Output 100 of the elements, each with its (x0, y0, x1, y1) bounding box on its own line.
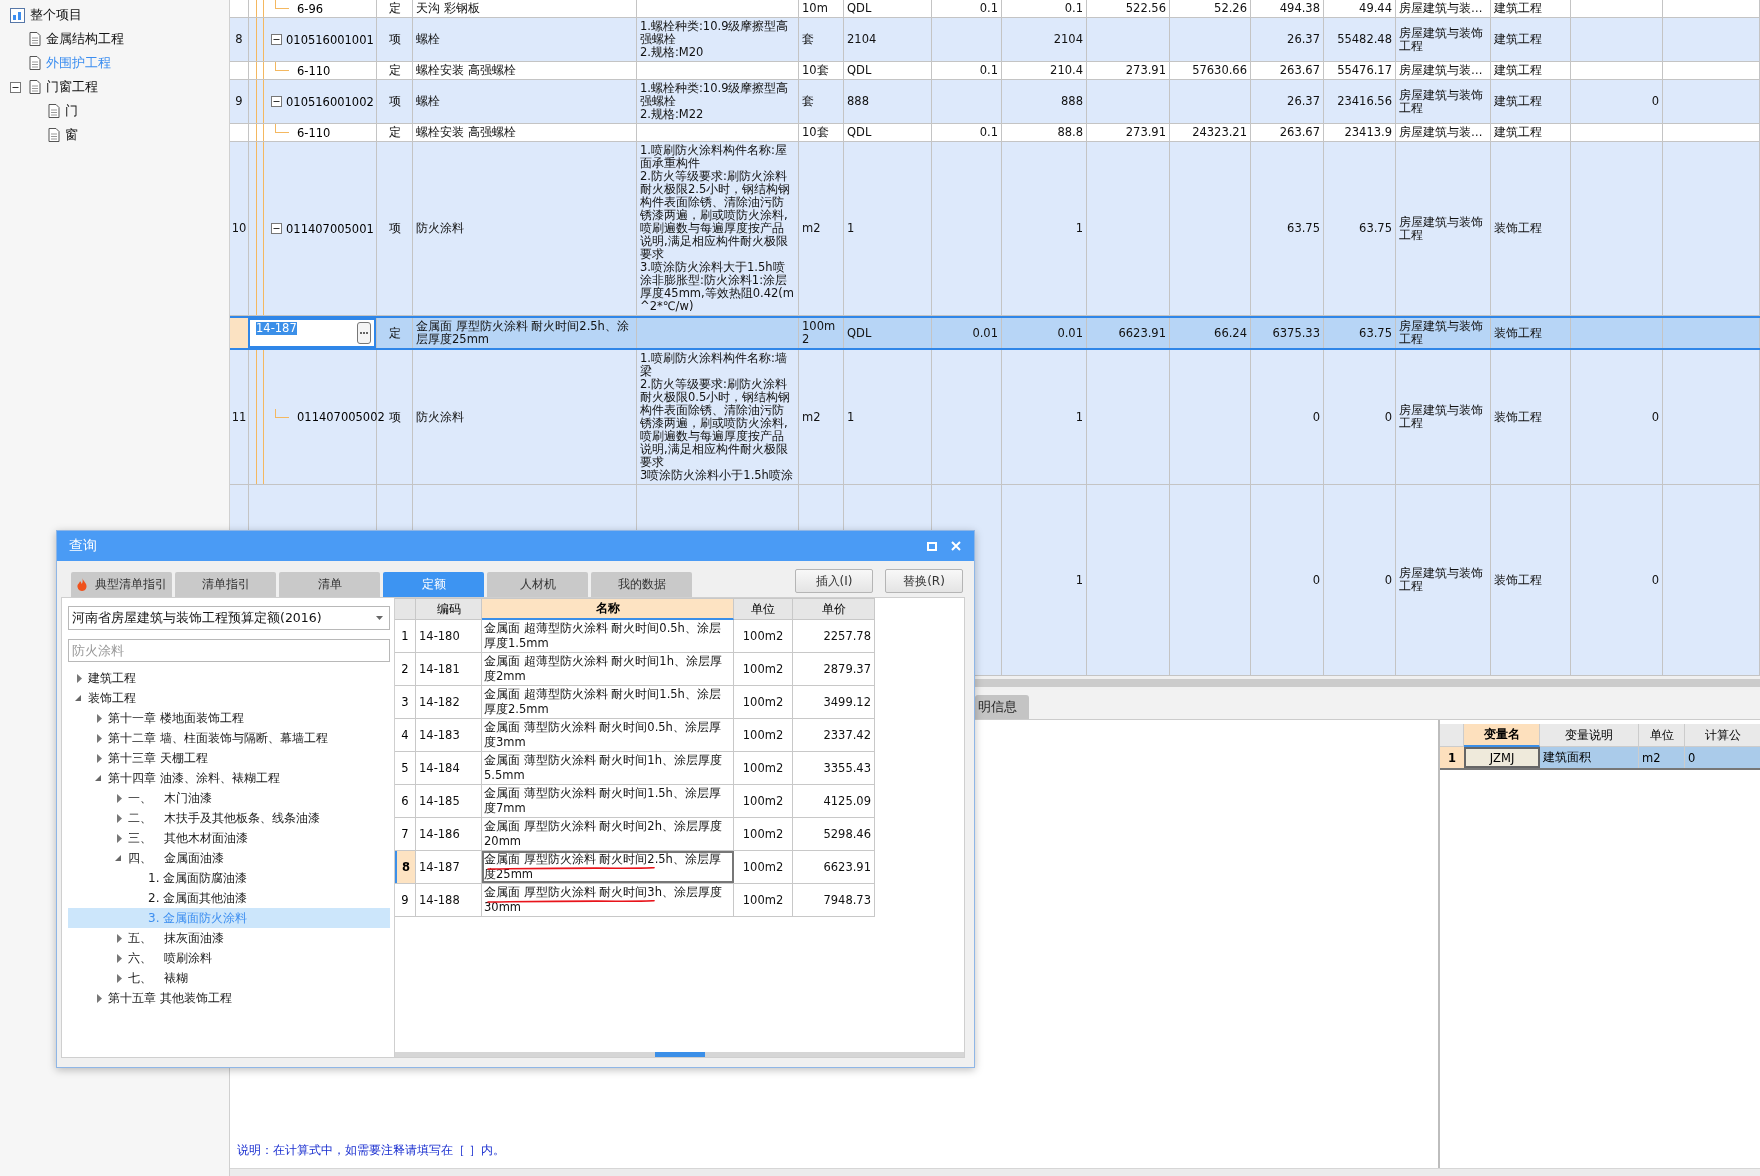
caret-right-icon[interactable] (116, 793, 122, 803)
table-cell: 项 (377, 142, 413, 315)
tree-item[interactable]: 第十二章 墙、柱面装饰与隔断、幕墙工程 (68, 728, 390, 748)
collapse-icon[interactable] (271, 34, 282, 45)
maximize-icon (927, 541, 937, 551)
table-row[interactable]: 6-96 定 天沟 彩钢板 10m QDL 0.1 0.1 522.56 52.26 494.38 49.44 房屋建筑与装… 建筑工程 (230, 0, 1760, 18)
tree-item[interactable]: 五、 抹灰面油漆 (68, 928, 390, 948)
column-header[interactable]: 变量名 (1464, 724, 1540, 747)
caret-down-icon[interactable] (94, 774, 102, 782)
tree-item[interactable]: 整个项目 (30, 6, 82, 24)
tab[interactable]: 人材机 (487, 572, 588, 597)
row-header[interactable]: 8 (395, 851, 416, 883)
table-cell: 1.喷刷防火涂料构件名称:墙梁 2.防火等级要求:刷防火涂料耐火极限0.5小时，钢结构钢构件表面除锈、清除油污防锈漆两遍，刷或喷防火涂料,喷刷遍数与每遍厚度按产品说明,满足相应构件耐火极限要求 3喷涂防火涂料小于1.5h喷涂 (637, 350, 799, 484)
tree-item[interactable]: 六、 喷刷涂料 (68, 948, 390, 968)
browse-button[interactable] (357, 322, 371, 344)
tree-item[interactable]: 装饰工程 (68, 688, 390, 708)
table-cell: 63.75 (1324, 142, 1396, 315)
table-cell: 7948.73 (793, 884, 875, 916)
caret-right-icon[interactable] (116, 933, 122, 943)
action-button[interactable]: 插入(I) (795, 569, 873, 593)
close-icon (951, 541, 961, 551)
caret-right-icon[interactable] (96, 753, 102, 763)
library-dropdown[interactable]: 河南省房屋建筑与装饰工程预算定额(2016) (68, 606, 390, 630)
collapse-icon[interactable] (271, 96, 282, 107)
column-header[interactable]: 变量说明 (1540, 724, 1639, 747)
table-cell: 273.91 (1087, 124, 1170, 141)
tab[interactable]: 清单指引 (175, 572, 276, 597)
table-cell: 0.1 (1002, 0, 1087, 17)
table-cell: 14-181 (416, 653, 482, 685)
table-cell: 210.4 (1002, 62, 1087, 79)
table-cell: 建筑工程 (1491, 62, 1571, 79)
table-cell-text: 金属面 超薄型防火涂料 耐火时间0.5h、涂层厚度1.5mm (484, 621, 722, 651)
tab[interactable]: 清单 (279, 572, 380, 597)
tree-item[interactable]: 一、 木门油漆 (68, 788, 390, 808)
table-cell: 定 (377, 0, 413, 17)
collapse-icon[interactable] (10, 81, 21, 93)
table-cell: 0 (1571, 350, 1663, 484)
caret-down-icon[interactable] (74, 694, 82, 702)
table-cell: 项 (377, 80, 413, 123)
table-cell: 0.01 (1002, 318, 1087, 348)
table-row[interactable]: 1 JZMJ 建筑面积 m2 0 (1440, 747, 1760, 770)
tree-item[interactable]: 窗 (65, 126, 78, 144)
table-cell: 23413.9 (1324, 124, 1396, 141)
table-cell: 0.1 (932, 124, 1002, 141)
caret-right-icon[interactable] (96, 733, 102, 743)
tree-item[interactable]: 七、 裱糊 (68, 968, 390, 988)
table-cell-text: 金属面 薄型防火涂料 耐火时间0.5h、涂层厚度3mm (484, 720, 722, 750)
column-header[interactable]: 编码 (416, 598, 482, 620)
caret-right-icon[interactable] (116, 973, 122, 983)
tree-item[interactable]: 门 (65, 102, 78, 120)
collapse-icon[interactable] (271, 223, 282, 234)
table-row[interactable]: 6-110 定 螺栓安装 高强螺栓 10套 QDL 0.1 88.8 273.91 24323.21 263.67 23413.9 房屋建筑与装… 建筑工程 (230, 124, 1760, 142)
table-cell: 010516001002 (286, 94, 374, 109)
tree-item[interactable]: 四、 金属面油漆 (68, 848, 390, 868)
table-cell: 14-183 (416, 719, 482, 751)
table-cell: 10m (799, 0, 844, 17)
tab[interactable]: 明信息 (975, 695, 1029, 719)
table-cell-text: 金属面 厚型防火涂料 耐火时间2.5h、涂层厚度25mm (484, 852, 722, 882)
table-cell: 建筑工程 (1491, 0, 1571, 17)
tree-item[interactable]: 2. 金属面其他油漆 (68, 888, 390, 908)
column-header[interactable]: 单价 (793, 598, 875, 620)
search-field[interactable]: 防火涂料 (68, 639, 390, 662)
table-cell: 1 (1002, 350, 1087, 484)
table-cell-text: 金属面 薄型防火涂料 耐火时间1.5h、涂层厚度7mm (484, 786, 722, 816)
table-cell: 0 (1251, 485, 1324, 675)
action-button[interactable]: 替换(R) (885, 569, 963, 593)
scrollbar[interactable] (395, 1052, 964, 1057)
column-header[interactable]: 计算公 (1685, 724, 1760, 747)
column-header[interactable]: 名称 (482, 598, 734, 620)
caret-right-icon[interactable] (116, 833, 122, 843)
tree-item[interactable]: 金属结构工程 (46, 30, 124, 48)
column-header[interactable]: 单位 (1639, 724, 1685, 747)
table-cell: 0.1 (932, 0, 1002, 17)
table-cell: 2337.42 (793, 719, 875, 751)
tab[interactable]: 典型清单指引 (71, 572, 172, 597)
table-row[interactable]: 6-110 定 螺栓安装 高强螺栓 10套 QDL 0.1 210.4 273.91 57630.66 263.67 55476.17 房屋建筑与装… 建筑工程 (230, 62, 1760, 80)
table-cell: 888 (1002, 80, 1087, 123)
table-cell: 14-182 (416, 686, 482, 718)
table-cell: 0.1 (932, 62, 1002, 79)
tree-item[interactable]: 第十一章 楼地面装饰工程 (68, 708, 390, 728)
tree-item[interactable]: 门窗工程 (46, 78, 98, 96)
caret-right-icon[interactable] (96, 993, 102, 1003)
table-cell: 螺栓安装 高强螺栓 (413, 124, 637, 141)
tree-item[interactable]: 第十四章 油漆、涂料、裱糊工程 (68, 768, 390, 788)
caret-right-icon[interactable] (96, 713, 102, 723)
column-header[interactable]: 单位 (734, 598, 793, 620)
table-cell: 套 (799, 80, 844, 123)
tree-item[interactable]: 1. 金属面防腐油漆 (68, 868, 390, 888)
caret-down-icon (376, 616, 383, 620)
tree-item[interactable]: 第十三章 天棚工程 (68, 748, 390, 768)
tree-item[interactable]: 三、 其他木材面油漆 (68, 828, 390, 848)
caret-right-icon[interactable] (116, 953, 122, 963)
caret-right-icon[interactable] (76, 673, 82, 683)
caret-down-icon[interactable] (114, 854, 122, 862)
caret-right-icon[interactable] (116, 813, 122, 823)
tree-item[interactable]: 第十五章 其他装饰工程 (68, 988, 390, 1008)
table-cell: 100m2 (734, 686, 793, 718)
table-cell: 100m2 (734, 884, 793, 916)
tab[interactable]: 我的数据 (591, 572, 692, 597)
tree-item[interactable]: 二、 木扶手及其他板条、线条油漆 (68, 808, 390, 828)
